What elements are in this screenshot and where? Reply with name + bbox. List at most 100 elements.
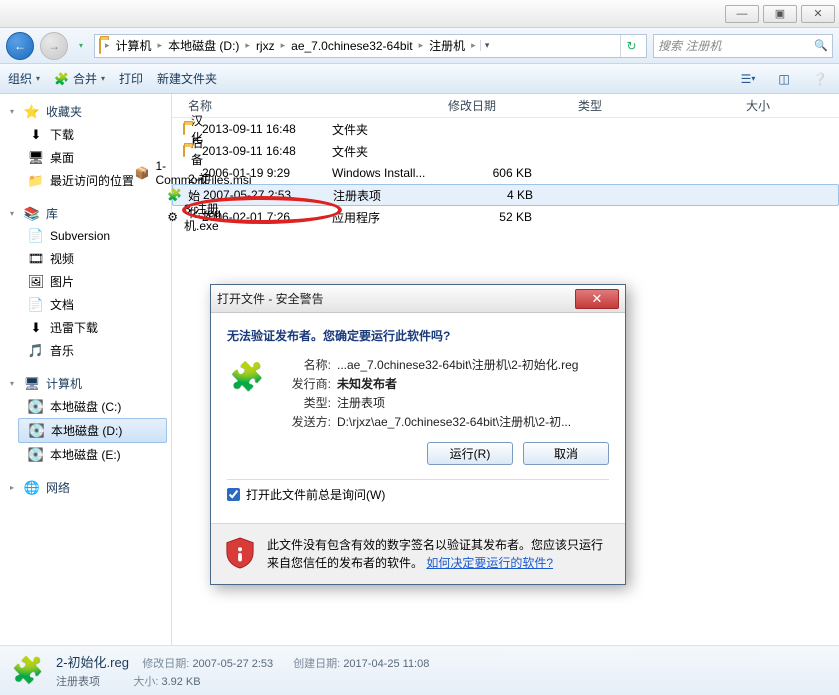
video-icon: 🎞 [28,251,44,267]
forward-arrow-icon: → [48,39,60,53]
sidebar-item-drive-d[interactable]: 💽本地磁盘 (D:) [18,418,167,443]
search-icon: 🔍 [814,39,828,52]
close-window-button[interactable]: ✕ [801,5,835,23]
refresh-button[interactable]: ↻ [620,35,642,57]
sidebar-item-music[interactable]: 🎵音乐 [0,339,171,362]
sidebar-item-video[interactable]: 🎞视频 [0,247,171,270]
file-row[interactable]: 📦1-CommonFiles.msi 2006-01-19 9:29 Windo… [172,162,839,184]
search-input[interactable]: 搜索 注册机 🔍 [653,34,833,58]
favorites-header[interactable]: ▾⭐收藏夹 [0,100,171,123]
selected-file-icon: 🧩 [10,653,46,689]
cancel-button[interactable]: 取消 [523,442,609,465]
always-ask-checkbox[interactable] [227,488,240,501]
disk-icon: 💽 [28,399,44,415]
disk-icon: 💽 [29,423,45,439]
breadcrumb-item[interactable]: 本地磁盘 (D:) [166,37,241,54]
organize-button[interactable]: 组织 ▾ [8,70,40,87]
from-value: D:\rjxz\ae_7.0chinese32-64bit\注册机\2-初... [331,413,609,432]
file-row[interactable]: 汉化 2013-09-11 16:48 文件夹 [172,118,839,140]
file-rows: 汉化 2013-09-11 16:48 文件夹 后备 2013-09-11 16… [172,118,839,228]
security-warning-dialog: 打开文件 - 安全警告 ✕ 无法验证发布者。您确定要运行此软件吗? 🧩 名称:.… [210,284,626,585]
window-titlebar: — ▣ ✕ [0,0,839,28]
star-icon: ⭐ [24,104,40,120]
folder-icon [183,123,185,135]
msi-icon: 📦 [135,166,150,180]
breadcrumb-sep: ▸ [417,40,426,51]
recent-icon: 📁 [28,173,44,189]
picture-icon: 🖼 [28,274,44,290]
run-button[interactable]: 运行(R) [427,442,513,465]
breadcrumb-sep: ▸ [279,40,288,51]
back-arrow-icon: ← [14,39,26,53]
folder-icon [99,39,101,53]
breadcrumb-item[interactable]: ae_7.0chinese32-64bit [289,39,414,53]
document-icon: 📄 [28,297,44,313]
shield-warning-icon [225,536,255,570]
breadcrumb-sep: ▸ [103,40,112,51]
libraries-header[interactable]: ▾📚库 [0,202,171,225]
history-dropdown[interactable]: ▾ [74,41,88,50]
breadcrumb-sep: ▸ [469,40,478,51]
breadcrumb-item[interactable]: 注册机 [427,37,467,54]
minimize-button[interactable]: — [725,5,759,23]
col-date[interactable]: 修改日期 [444,97,574,114]
dialog-title: 打开文件 - 安全警告 [217,290,324,307]
breadcrumb-sep: ▸ [156,40,165,51]
column-headers: 名称 修改日期 类型 大小 [172,94,839,118]
dialog-close-button[interactable]: ✕ [575,289,619,309]
file-type-icon: 🧩 [227,356,267,396]
search-placeholder: 搜索 注册机 [658,37,721,54]
computer-header[interactable]: ▾🖥计算机 [0,372,171,395]
network-header[interactable]: ▸🌐网络 [0,476,171,499]
file-name-value: ...ae_7.0chinese32-64bit\注册机\2-初始化.reg [331,356,609,375]
music-icon: 🎵 [28,343,44,359]
nav-address-row: ← → ▾ ▸ 计算机 ▸ 本地磁盘 (D:) ▸ rjxz ▸ ae_7.0c… [0,28,839,64]
warning-link[interactable]: 如何决定要运行的软件? [426,556,553,570]
view-mode-button[interactable]: ☰ ▾ [737,69,759,89]
sidebar-item-subversion[interactable]: 📄Subversion [0,225,171,247]
sidebar-item-pictures[interactable]: 🖼图片 [0,270,171,293]
network-icon: 🌐 [24,480,40,496]
sidebar-item-drive-e[interactable]: 💽本地磁盘 (E:) [0,443,171,466]
reg-icon: 🧩 [54,72,69,86]
file-row[interactable]: ⚙3-注册机.exe 2006-02-01 7:26 应用程序 52 KB [172,206,839,228]
help-button[interactable]: ❔ [809,69,831,89]
dialog-warning-panel: 此文件没有包含有效的数字签名以验证其发布者。您应该只运行来自您信任的发布者的软件… [211,523,625,584]
disk-icon: 💽 [28,447,44,463]
address-dropdown[interactable]: ▾ [480,40,494,51]
preview-pane-button[interactable]: ◫ [773,69,795,89]
print-button[interactable]: 打印 [119,70,143,87]
computer-icon: 🖥 [24,376,40,392]
breadcrumb-sep: ▸ [243,40,252,51]
breadcrumb-item[interactable]: rjxz [254,39,277,53]
merge-button[interactable]: 🧩合并 ▾ [54,70,105,87]
download-icon: ⬇ [28,127,44,143]
explorer-toolbar: 组织 ▾ 🧩合并 ▾ 打印 新建文件夹 ☰ ▾ ◫ ❔ [0,64,839,94]
dialog-heading: 无法验证发布者。您确定要运行此软件吗? [227,327,609,344]
sidebar-item-drive-c[interactable]: 💽本地磁盘 (C:) [0,395,171,418]
sidebar-item-thunder[interactable]: ⬇迅雷下载 [0,316,171,339]
dialog-titlebar[interactable]: 打开文件 - 安全警告 ✕ [211,285,625,313]
breadcrumb-item[interactable]: 计算机 [114,37,154,54]
reg-icon: 🧩 [167,188,182,202]
forward-button[interactable]: → [40,32,68,60]
desktop-icon: 🖥 [28,150,44,166]
file-row[interactable]: 后备 2013-09-11 16:48 文件夹 [172,140,839,162]
selected-file-type: 注册表项 [56,676,100,688]
type-value: 注册表项 [331,394,609,413]
always-ask-label: 打开此文件前总是询问(W) [246,486,385,503]
col-type[interactable]: 类型 [574,97,694,114]
maximize-button[interactable]: ▣ [763,5,797,23]
sidebar-item-downloads[interactable]: ⬇下载 [0,123,171,146]
thunder-icon: ⬇ [28,320,44,336]
sidebar-item-documents[interactable]: 📄文档 [0,293,171,316]
back-button[interactable]: ← [6,32,34,60]
col-size[interactable]: 大小 [694,97,774,114]
folder-icon [183,145,185,157]
address-bar[interactable]: ▸ 计算机 ▸ 本地磁盘 (D:) ▸ rjxz ▸ ae_7.0chinese… [94,34,647,58]
publisher-value: 未知发布者 [331,375,609,394]
file-row-selected[interactable]: 🧩2-初始化.reg 2007-05-27 2:53 注册表项 4 KB [172,184,839,206]
svn-icon: 📄 [28,228,44,244]
new-folder-button[interactable]: 新建文件夹 [157,70,217,87]
col-name[interactable]: 名称 [184,97,444,114]
